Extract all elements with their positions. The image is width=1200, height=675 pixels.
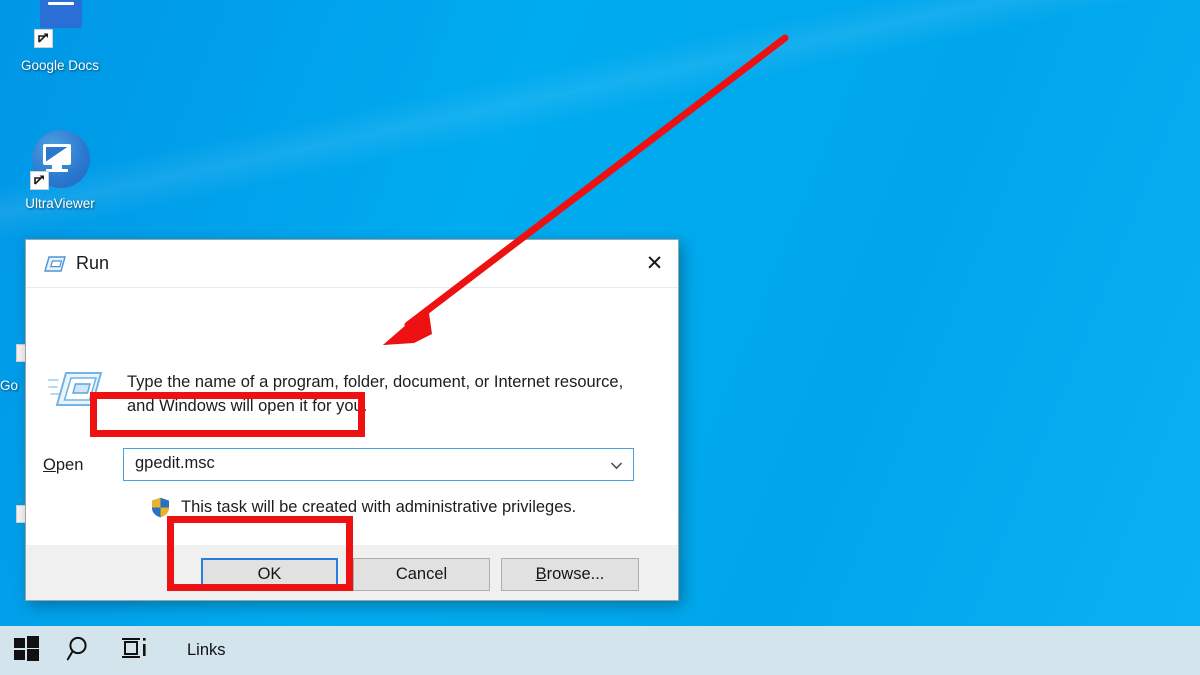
open-label-accel: O bbox=[43, 456, 56, 474]
uac-shield-icon bbox=[150, 496, 171, 519]
desktop-icon-label: Google Docs bbox=[20, 58, 100, 73]
dialog-body: Type the name of a program, folder, docu… bbox=[26, 288, 678, 547]
uac-notice-text: This task will be created with administr… bbox=[181, 498, 577, 516]
dialog-title-bar[interactable]: Run ✕ bbox=[26, 240, 678, 287]
screen: Google Docs UltraViewer Go Run ✕ Type th… bbox=[0, 0, 1200, 675]
taskbar[interactable]: Links bbox=[0, 626, 1200, 675]
ultraviewer-icon bbox=[28, 128, 92, 192]
open-label-rest: pen bbox=[55, 456, 84, 474]
open-combobox[interactable]: gpedit.msc bbox=[123, 448, 634, 481]
links-toolbar[interactable]: Links bbox=[187, 641, 226, 660]
dialog-footer: OK Cancel Browse... bbox=[26, 545, 678, 600]
task-view-button[interactable] bbox=[107, 626, 163, 675]
browse-rest: rowse... bbox=[546, 565, 605, 583]
open-input-value[interactable]: gpedit.msc bbox=[135, 454, 215, 473]
dialog-title: Run bbox=[76, 253, 110, 273]
run-large-icon bbox=[47, 367, 106, 413]
shortcut-arrow-icon bbox=[34, 29, 53, 48]
chevron-down-icon[interactable] bbox=[609, 458, 624, 473]
run-window-icon bbox=[44, 255, 66, 273]
open-label: Open bbox=[43, 456, 83, 475]
ok-button[interactable]: OK bbox=[201, 558, 338, 591]
desktop-icon-ultraviewer[interactable]: UltraViewer bbox=[12, 128, 108, 211]
browse-button[interactable]: Browse... bbox=[501, 558, 639, 591]
google-docs-icon bbox=[28, 0, 92, 54]
shortcut-arrow-icon bbox=[30, 171, 49, 190]
task-view-icon bbox=[121, 637, 149, 664]
desktop-icon-label: UltraViewer bbox=[25, 196, 95, 211]
dialog-prompt-text: Type the name of a program, folder, docu… bbox=[127, 373, 624, 415]
uac-notice: This task will be created with administr… bbox=[150, 496, 576, 519]
windows-logo-icon bbox=[13, 635, 39, 666]
browse-accel: B bbox=[535, 565, 547, 583]
start-button[interactable] bbox=[0, 626, 52, 675]
cancel-button[interactable]: Cancel bbox=[353, 558, 490, 591]
run-dialog[interactable]: Run ✕ Type the name of a program, folder… bbox=[25, 239, 679, 601]
close-icon[interactable]: ✕ bbox=[631, 240, 678, 287]
search-icon bbox=[66, 635, 93, 667]
desktop-icon-label: Go bbox=[0, 378, 19, 393]
desktop-icon-google-docs[interactable]: Google Docs bbox=[12, 0, 108, 73]
search-button[interactable] bbox=[52, 626, 107, 675]
